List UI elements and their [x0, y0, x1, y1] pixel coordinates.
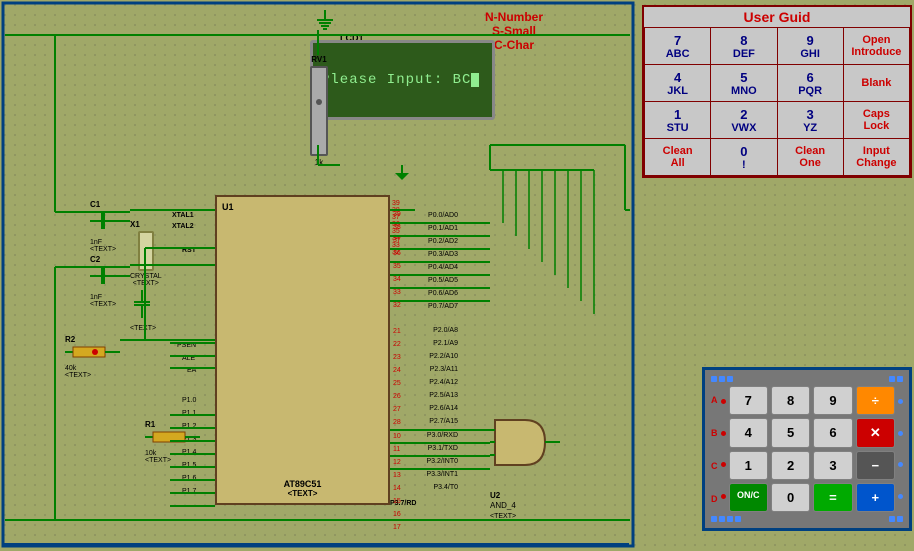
- guide-key-5[interactable]: 5 MNO: [711, 65, 776, 101]
- calc-btn-4[interactable]: 4: [729, 418, 768, 448]
- c3-component: <TEXT>: [130, 290, 156, 332]
- guide-key-3[interactable]: 3 YZ: [778, 102, 843, 138]
- u2-and-gate: U2 AND_4 <TEXT>: [490, 415, 560, 475]
- guide-key-1[interactable]: 1 STU: [645, 102, 710, 138]
- c1-component: C1 1nF <TEXT>: [90, 200, 130, 253]
- connector-dot: [719, 376, 725, 382]
- calc-buttons-grid: 7 8 9 ÷ 4 5 6 ✕ 1 2 3 − ON/C 0 = +: [729, 386, 896, 512]
- calc-btn-8[interactable]: 8: [771, 386, 810, 415]
- rv1-wiper: [316, 99, 322, 105]
- calc-btn-divide[interactable]: ÷: [856, 386, 895, 415]
- rv1-component: RV1 1k: [310, 55, 328, 167]
- guide-key-7[interactable]: 7 ABC: [645, 28, 710, 64]
- guide-key-clean-all[interactable]: Clean All: [645, 139, 710, 175]
- guide-key-9[interactable]: 9 GHI: [778, 28, 843, 64]
- guide-key-6[interactable]: 6 PQR: [778, 65, 843, 101]
- guide-key-4[interactable]: 4 JKL: [645, 65, 710, 101]
- lcd-cursor: [471, 73, 479, 87]
- calc-row-labels: A B C D: [711, 386, 718, 512]
- c2-component: C2 1nF <TEXT>: [90, 255, 130, 308]
- guide-key-8[interactable]: 8 DEF: [711, 28, 776, 64]
- calc-btn-subtract[interactable]: −: [856, 451, 895, 480]
- guide-key-caps-lock[interactable]: Caps Lock: [844, 102, 909, 138]
- calculator-panel: A B C D 7 8 9 ÷ 4 5 6 ✕ 1 2 3 −: [702, 367, 912, 531]
- pin-numbers-p3: 1011121314151617: [393, 430, 401, 534]
- calc-btn-1[interactable]: 1: [729, 451, 768, 480]
- guide-key-2[interactable]: 2 VWX: [711, 102, 776, 138]
- guide-grid: 7 ABC 8 DEF 9 GHI Open Introduce 4 JKL 5…: [644, 27, 910, 176]
- calc-btn-9[interactable]: 9: [813, 386, 852, 415]
- calc-btn-add[interactable]: +: [856, 483, 895, 512]
- calc-btn-3[interactable]: 3: [813, 451, 852, 480]
- r2-component: R2 40k <TEXT>: [65, 335, 120, 379]
- calc-btn-multiply[interactable]: ✕: [856, 418, 895, 448]
- connector-dot: [897, 376, 903, 382]
- ground-symbol: [392, 165, 412, 195]
- power-symbol: [315, 10, 335, 40]
- calc-btn-onc[interactable]: ON/C: [729, 483, 768, 512]
- guide-key-input-change[interactable]: Input Change: [844, 139, 909, 175]
- calc-top-connectors: [711, 376, 903, 382]
- guide-key-blank[interactable]: Blank: [844, 65, 909, 101]
- guide-key-clean-one[interactable]: Clean One: [778, 139, 843, 175]
- calc-bottom-connectors: [711, 516, 903, 522]
- connector-dot: [889, 376, 895, 382]
- calc-btn-0[interactable]: 0: [771, 483, 810, 512]
- u1-chip: AT89C51 <TEXT> U1 XTAL1 XTAL2 RST PSEN A…: [215, 195, 390, 505]
- guide-key-0[interactable]: 0 !: [711, 139, 776, 175]
- calc-btn-2[interactable]: 2: [771, 451, 810, 480]
- r1-component: R1 10k <TEXT>: [145, 420, 200, 464]
- guide-key-open-introduce[interactable]: Open Introduce: [844, 28, 909, 64]
- calc-btn-equals[interactable]: =: [813, 483, 852, 512]
- user-guide-panel: User Guid 7 ABC 8 DEF 9 GHI Open Introdu…: [642, 5, 912, 178]
- x1-crystal: X1 CRYSTAL <TEXT>: [130, 220, 162, 287]
- pin-numbers-p0: 3938373635343332: [393, 208, 401, 312]
- lcd-display: Please Input: BC: [310, 40, 495, 120]
- bottom-border: [3, 543, 629, 546]
- user-guide-title: User Guid: [644, 7, 910, 27]
- calc-btn-7[interactable]: 7: [729, 386, 768, 415]
- connector-dot: [711, 376, 717, 382]
- calc-btn-5[interactable]: 5: [771, 418, 810, 448]
- connector-dot: [727, 376, 733, 382]
- calc-btn-6[interactable]: 6: [813, 418, 852, 448]
- lcd-text: Please Input: BC: [321, 72, 471, 88]
- pin-numbers-p2: 2122232425262728: [393, 325, 401, 429]
